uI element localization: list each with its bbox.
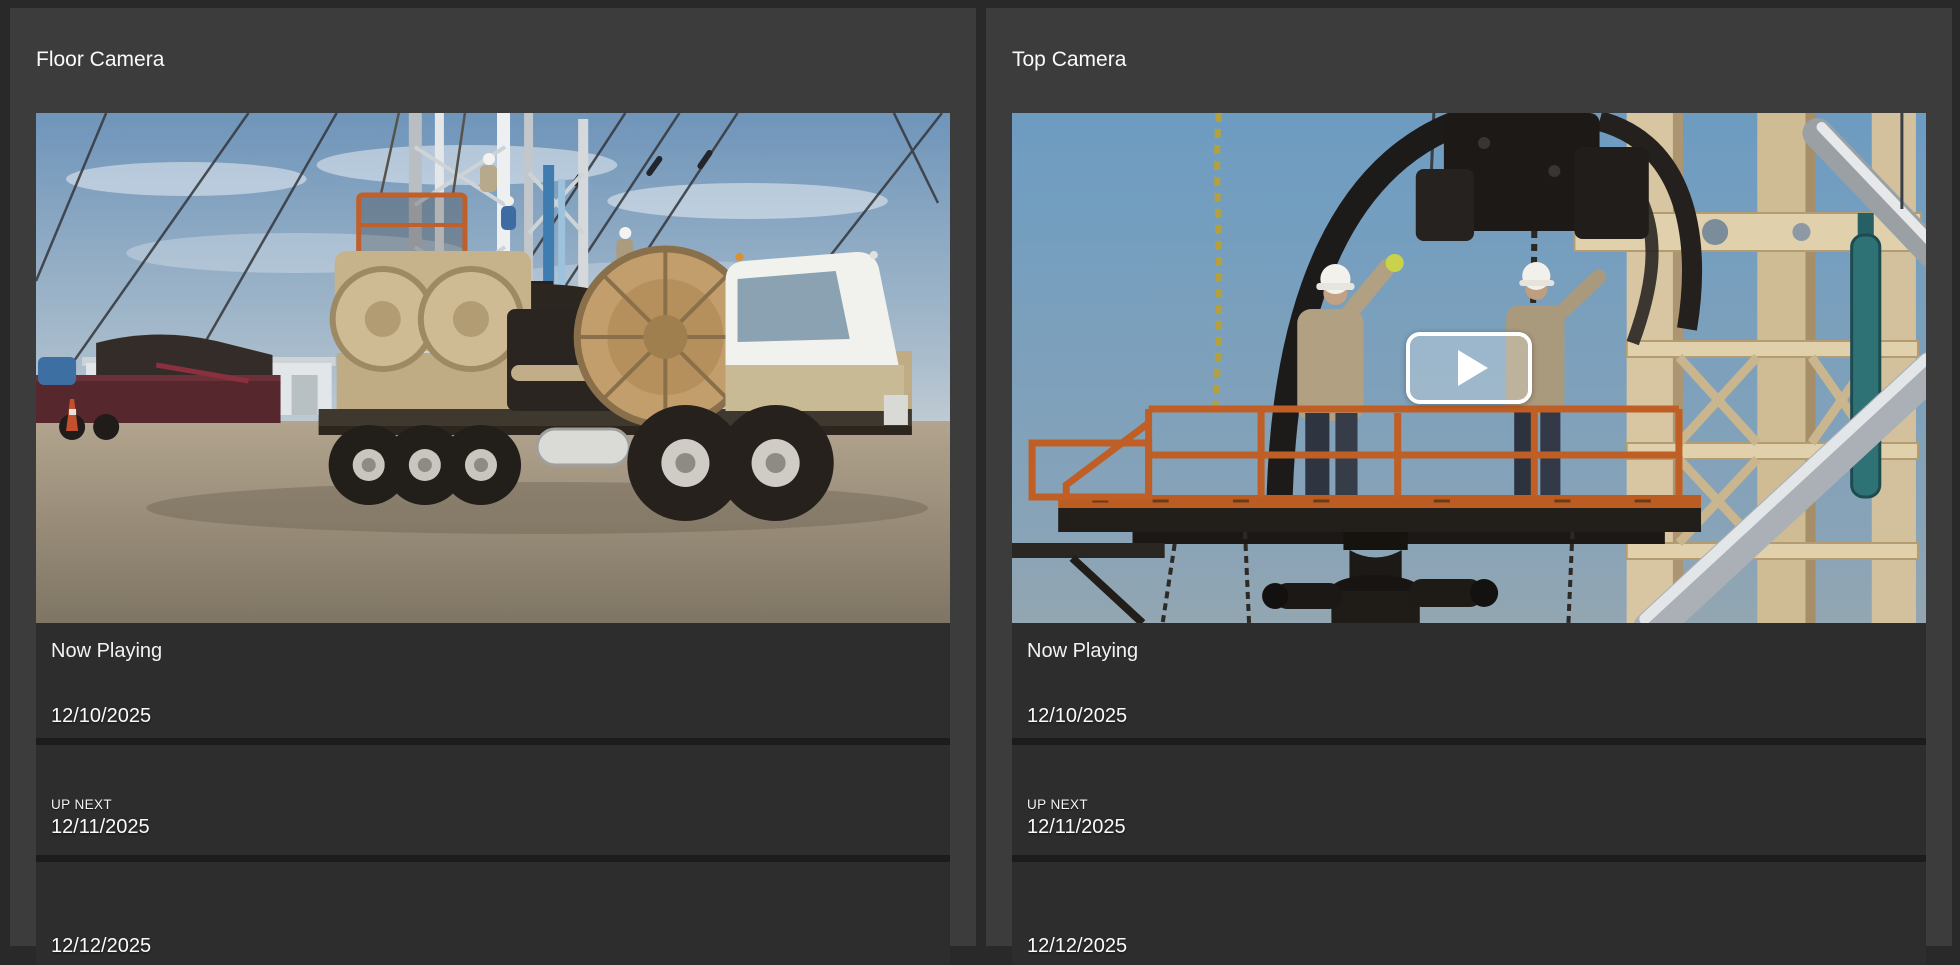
later-row[interactable]: 12/12/2025 bbox=[1012, 862, 1926, 965]
now-playing-date: 12/10/2025 bbox=[1027, 705, 1911, 728]
play-button[interactable] bbox=[1406, 332, 1532, 404]
play-icon bbox=[1458, 350, 1488, 386]
floor-camera-video[interactable] bbox=[36, 113, 950, 623]
up-next-row[interactable]: UP NEXT 12/11/2025 bbox=[36, 745, 950, 855]
up-next-label: UP NEXT bbox=[51, 797, 935, 812]
camera-dashboard: Floor Camera bbox=[0, 0, 1960, 946]
up-next-date: 12/11/2025 bbox=[1027, 816, 1911, 839]
floor-camera-panel: Floor Camera bbox=[10, 8, 976, 946]
up-next-date: 12/11/2025 bbox=[51, 816, 935, 839]
row-divider bbox=[36, 738, 950, 745]
up-next-row[interactable]: UP NEXT 12/11/2025 bbox=[1012, 745, 1926, 855]
now-playing-label: Now Playing bbox=[51, 640, 935, 663]
up-next-label: UP NEXT bbox=[1027, 797, 1911, 812]
top-camera-video[interactable] bbox=[1012, 113, 1926, 623]
now-playing-row[interactable]: Now Playing 12/10/2025 bbox=[36, 623, 950, 738]
top-camera-title: Top Camera bbox=[1012, 25, 1926, 95]
later-row[interactable]: 12/12/2025 bbox=[36, 862, 950, 965]
row-divider bbox=[36, 855, 950, 862]
later-date: 12/12/2025 bbox=[1027, 935, 1127, 958]
floor-camera-playlist: Now Playing 12/10/2025 UP NEXT 12/11/202… bbox=[36, 623, 950, 965]
row-divider bbox=[1012, 738, 1926, 745]
now-playing-date: 12/10/2025 bbox=[51, 705, 935, 728]
now-playing-row[interactable]: Now Playing 12/10/2025 bbox=[1012, 623, 1926, 738]
top-camera-panel: Top Camera bbox=[986, 8, 1952, 946]
later-date: 12/12/2025 bbox=[51, 935, 151, 958]
now-playing-label: Now Playing bbox=[1027, 640, 1911, 663]
row-divider bbox=[1012, 855, 1926, 862]
floor-camera-still-image bbox=[36, 113, 950, 623]
floor-camera-title: Floor Camera bbox=[36, 25, 950, 95]
top-camera-playlist: Now Playing 12/10/2025 UP NEXT 12/11/202… bbox=[1012, 623, 1926, 965]
